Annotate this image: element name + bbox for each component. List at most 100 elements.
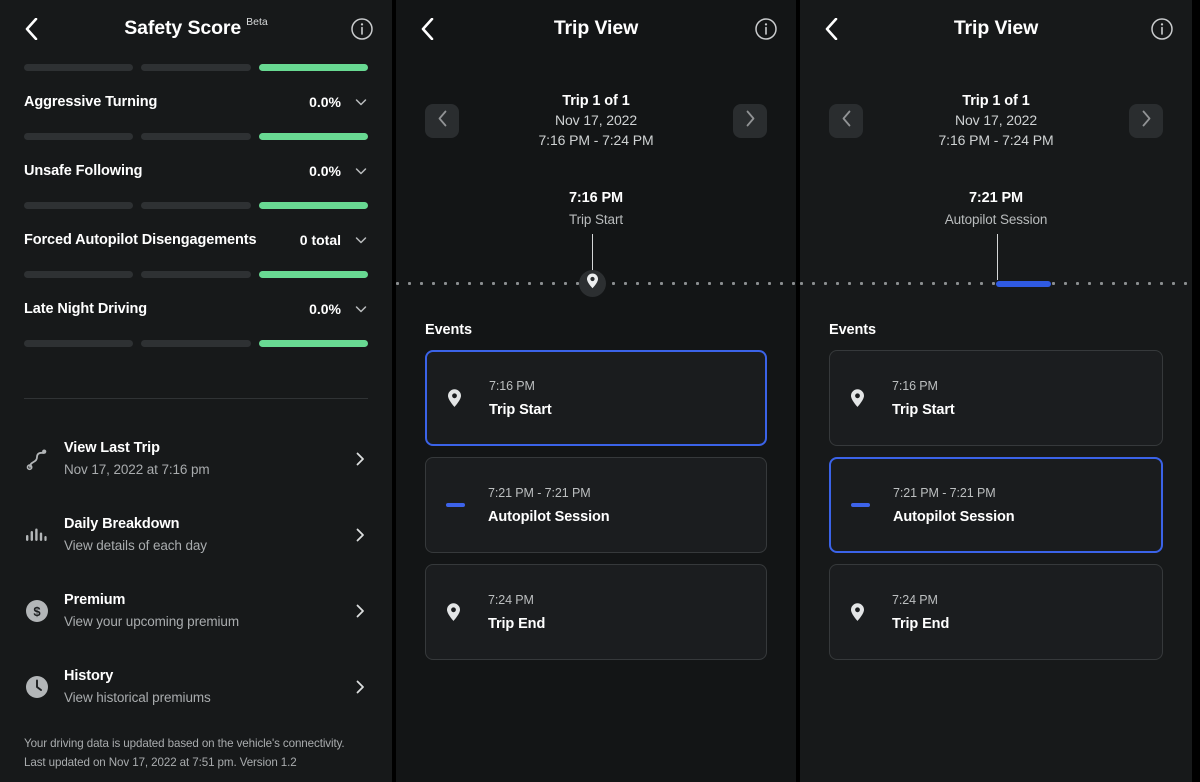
chevron-down-icon[interactable] bbox=[354, 164, 368, 178]
chevron-right-icon bbox=[352, 527, 368, 543]
trip-meta: Trip 1 of 1 Nov 17, 2022 7:16 PM - 7:24 … bbox=[538, 91, 653, 151]
bar-chart-icon bbox=[24, 524, 64, 546]
event-card-autopilot-session[interactable]: 7:21 PM - 7:21 PM Autopilot Session bbox=[829, 457, 1163, 553]
trip-counter: Trip 1 of 1 bbox=[962, 92, 1030, 109]
score-row-value: 0.0% bbox=[309, 301, 341, 317]
score-row[interactable]: Aggressive Turning 0.0% bbox=[24, 71, 368, 133]
info-circle-icon bbox=[350, 18, 374, 45]
event-card-trip-end[interactable]: 7:24 PM Trip End bbox=[425, 564, 767, 660]
score-row-label: Late Night Driving bbox=[24, 301, 148, 317]
menu-item-subtitle: View historical premiums bbox=[64, 689, 211, 705]
event-card-trip-end[interactable]: 7:24 PM Trip End bbox=[829, 564, 1163, 660]
event-card-text: 7:16 PM Trip Start bbox=[892, 374, 1142, 422]
next-trip-button[interactable] bbox=[1129, 104, 1163, 138]
selected-event-time: 7:21 PM bbox=[968, 190, 1024, 206]
progress-segment bbox=[24, 271, 134, 278]
score-progress-bar bbox=[24, 340, 368, 347]
trip-meta: Trip 1 of 1 Nov 17, 2022 7:16 PM - 7:24 … bbox=[938, 91, 1053, 151]
timeline-track[interactable] bbox=[396, 270, 796, 297]
score-row-label: Unsafe Following bbox=[24, 163, 143, 179]
progress-segment bbox=[141, 202, 251, 209]
footer-note: Your driving data is updated based on th… bbox=[24, 737, 345, 769]
trip-navigation: Trip 1 of 1 Nov 17, 2022 7:16 PM - 7:24 … bbox=[800, 90, 1192, 152]
trip-view-header: Trip View bbox=[800, 0, 1192, 58]
info-button[interactable] bbox=[1150, 17, 1174, 41]
score-row-value: 0.0% bbox=[309, 163, 341, 179]
score-row-label: Aggressive Turning bbox=[24, 94, 158, 110]
safety-score-header: Safety Score Beta bbox=[0, 0, 392, 58]
trip-view-screen-start: Trip View Trip 1 of 1 Nov 17, 2022 7:16 … bbox=[396, 0, 796, 782]
menu-item-subtitle: Nov 17, 2022 at 7:16 pm bbox=[64, 461, 210, 477]
score-row[interactable]: Unsafe Following 0.0% bbox=[24, 140, 368, 202]
previous-trip-button[interactable] bbox=[425, 104, 459, 138]
event-card-trip-start[interactable]: 7:16 PM Trip Start bbox=[829, 350, 1163, 446]
trip-timeline bbox=[396, 234, 796, 314]
trip-date: Nov 17, 2022 bbox=[554, 112, 638, 129]
back-button[interactable] bbox=[18, 14, 44, 44]
progress-segment-filled bbox=[258, 202, 368, 209]
progress-segment bbox=[141, 133, 251, 140]
event-card-text: 7:21 PM - 7:21 PM Autopilot Session bbox=[488, 481, 746, 529]
events-section: Events 7:16 PM Trip Start 7:21 PM - 7:21… bbox=[396, 322, 796, 660]
event-card-text: 7:16 PM Trip Start bbox=[489, 374, 745, 422]
menu-item-title: Daily Breakdown bbox=[64, 516, 180, 533]
score-progress-bar bbox=[24, 133, 368, 140]
chevron-right-icon bbox=[352, 603, 368, 619]
score-row[interactable]: Late Night Driving 0.0% bbox=[24, 278, 368, 340]
chevron-right-icon bbox=[1141, 110, 1152, 132]
info-circle-icon bbox=[754, 18, 778, 45]
progress-segment-filled bbox=[258, 271, 368, 278]
event-card-trip-start[interactable]: 7:16 PM Trip Start bbox=[425, 350, 767, 446]
chevron-down-icon[interactable] bbox=[354, 233, 368, 247]
chevron-left-icon bbox=[421, 18, 434, 40]
selected-event-label: Trip Start bbox=[568, 211, 623, 227]
menu-item-view-last-trip[interactable]: View Last Trip Nov 17, 2022 at 7:16 pm bbox=[24, 421, 368, 497]
score-row-right: 0.0% bbox=[309, 301, 368, 317]
trip-navigation: Trip 1 of 1 Nov 17, 2022 7:16 PM - 7:24 … bbox=[396, 90, 796, 152]
trip-view-header: Trip View bbox=[396, 0, 796, 58]
clock-icon bbox=[24, 674, 64, 700]
three-panel-screenshot: Safety Score Beta Aggressive Turning 0.0… bbox=[0, 0, 1200, 782]
safety-score-metrics: Aggressive Turning 0.0% Unsafe Following… bbox=[0, 64, 392, 347]
events-heading: Events bbox=[425, 322, 472, 338]
menu-item-subtitle: View your upcoming premium bbox=[64, 613, 239, 629]
events-heading: Events bbox=[829, 322, 876, 338]
back-button[interactable] bbox=[818, 14, 844, 44]
menu-item-daily-breakdown[interactable]: Daily Breakdown View details of each day bbox=[24, 497, 368, 573]
info-button[interactable] bbox=[754, 17, 778, 41]
event-card-time: 7:16 PM bbox=[489, 379, 535, 393]
score-progress-bar bbox=[24, 271, 368, 278]
progress-segment bbox=[141, 340, 251, 347]
timeline-track[interactable] bbox=[800, 279, 1192, 288]
score-row-right: 0 total bbox=[300, 232, 368, 248]
back-button[interactable] bbox=[414, 14, 440, 44]
menu-item-title: History bbox=[64, 668, 114, 685]
safety-score-menu: View Last Trip Nov 17, 2022 at 7:16 pm D… bbox=[0, 399, 392, 725]
next-trip-button[interactable] bbox=[733, 104, 767, 138]
event-card-name: Autopilot Session bbox=[893, 509, 1015, 525]
chevron-down-icon[interactable] bbox=[354, 95, 368, 109]
menu-item-premium[interactable]: $ Premium View your upcoming premium bbox=[24, 573, 368, 649]
timeline-autopilot-segment[interactable] bbox=[996, 280, 1051, 287]
menu-item-history[interactable]: History View historical premiums bbox=[24, 649, 368, 725]
dash-icon bbox=[851, 503, 893, 507]
trip-time-range: 7:16 PM - 7:24 PM bbox=[938, 132, 1054, 149]
progress-segment bbox=[24, 64, 134, 71]
previous-trip-button[interactable] bbox=[829, 104, 863, 138]
progress-segment-filled bbox=[258, 64, 368, 71]
progress-segment-filled bbox=[258, 133, 368, 140]
chevron-down-icon[interactable] bbox=[354, 302, 368, 316]
menu-item-text: Premium View your upcoming premium bbox=[64, 589, 352, 632]
route-icon bbox=[24, 446, 64, 472]
trip-view-screen-autopilot: Trip View Trip 1 of 1 Nov 17, 2022 7:16 … bbox=[800, 0, 1192, 782]
event-card-autopilot-session[interactable]: 7:21 PM - 7:21 PM Autopilot Session bbox=[425, 457, 767, 553]
event-card-time: 7:24 PM bbox=[892, 593, 938, 607]
event-card-text: 7:21 PM - 7:21 PM Autopilot Session bbox=[893, 481, 1141, 529]
score-row[interactable]: Forced Autopilot Disengagements 0 total bbox=[24, 209, 368, 271]
menu-item-text: Daily Breakdown View details of each day bbox=[64, 513, 352, 556]
page-title: Trip View bbox=[554, 19, 638, 39]
timeline-pin-marker[interactable] bbox=[579, 270, 606, 297]
progress-segment bbox=[24, 202, 134, 209]
info-button[interactable] bbox=[350, 17, 374, 41]
trip-time-range: 7:16 PM - 7:24 PM bbox=[538, 132, 654, 149]
